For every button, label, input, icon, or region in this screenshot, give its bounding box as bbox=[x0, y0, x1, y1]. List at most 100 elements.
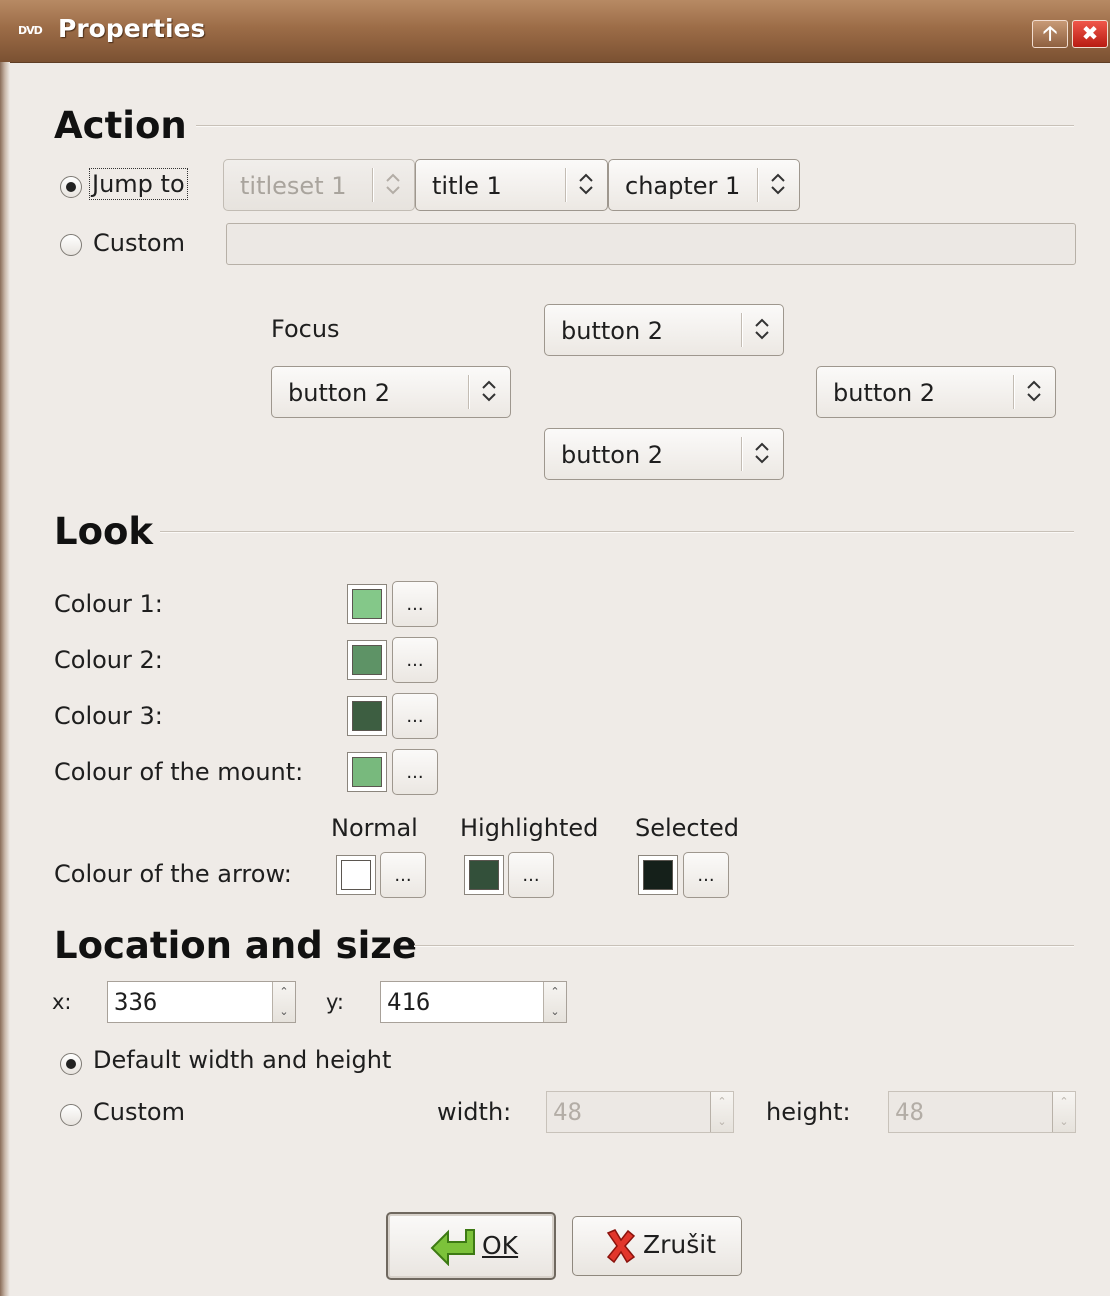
arrow-highlighted-picker-button[interactable]: ... bbox=[508, 852, 554, 898]
width-spin-buttons: ⌃ ⌄ bbox=[710, 1092, 733, 1132]
chapter-select[interactable]: chapter 1 bbox=[608, 159, 800, 211]
highlighted-column-label: Highlighted bbox=[460, 814, 599, 842]
y-spin-buttons[interactable]: ⌃ ⌄ bbox=[543, 982, 566, 1022]
mount-colour-swatch[interactable] bbox=[347, 752, 387, 792]
x-spinbox[interactable]: 336 ⌃ ⌄ bbox=[107, 981, 296, 1023]
normal-column-label: Normal bbox=[331, 814, 418, 842]
custom-action-radio[interactable] bbox=[60, 234, 82, 256]
arrow-colour-label: Colour of the arrow: bbox=[54, 860, 292, 888]
section-title-action: Action bbox=[54, 104, 187, 147]
focus-label: Focus bbox=[271, 315, 340, 343]
mount-colour-fill bbox=[352, 757, 382, 787]
x-spin-buttons[interactable]: ⌃ ⌄ bbox=[272, 982, 295, 1022]
colour3-fill bbox=[352, 701, 382, 731]
y-value: 416 bbox=[387, 988, 431, 1016]
selected-column-label: Selected bbox=[635, 814, 740, 842]
divider bbox=[160, 531, 1074, 533]
focus-left-select[interactable]: button 2 bbox=[271, 366, 511, 418]
cancel-button[interactable]: Zrušit bbox=[572, 1216, 742, 1276]
mount-colour-picker-button[interactable]: ... bbox=[392, 749, 438, 795]
ok-label: OK bbox=[482, 1231, 519, 1260]
arrow-normal-picker-button[interactable]: ... bbox=[380, 852, 426, 898]
section-title-location: Location and size bbox=[54, 924, 417, 967]
custom-action-label: Custom bbox=[93, 229, 185, 257]
colour2-fill bbox=[352, 645, 382, 675]
height-label: height: bbox=[766, 1098, 851, 1126]
jump-to-radio[interactable] bbox=[60, 176, 82, 198]
titleset-value: titleset 1 bbox=[240, 172, 347, 200]
spin-down-icon: ⌄ bbox=[1059, 1115, 1069, 1128]
title-value: title 1 bbox=[432, 172, 502, 200]
section-title-look: Look bbox=[54, 510, 154, 553]
height-value: 48 bbox=[895, 1098, 924, 1126]
updown-arrow-icon bbox=[386, 173, 400, 195]
spin-up-icon: ⌃ bbox=[1059, 1095, 1069, 1108]
jump-to-label[interactable]: Jump to bbox=[89, 168, 188, 200]
width-label: width: bbox=[437, 1098, 512, 1126]
custom-size-label: Custom bbox=[93, 1098, 185, 1126]
close-icon[interactable]: ✖ bbox=[1072, 20, 1108, 48]
spin-up-icon: ⌃ bbox=[717, 1095, 727, 1108]
focus-down-select[interactable]: button 2 bbox=[544, 428, 784, 480]
colour1-swatch[interactable] bbox=[347, 584, 387, 624]
colour2-label: Colour 2: bbox=[54, 646, 163, 674]
focus-right-select[interactable]: button 2 bbox=[816, 366, 1056, 418]
spin-down-icon: ⌄ bbox=[717, 1115, 727, 1128]
updown-arrow-icon bbox=[771, 173, 785, 195]
updown-arrow-icon bbox=[1027, 380, 1041, 402]
focus-right-value: button 2 bbox=[833, 379, 936, 407]
colour3-picker-button[interactable]: ... bbox=[392, 693, 438, 739]
spin-up-icon[interactable]: ⌃ bbox=[273, 982, 295, 1002]
window-frame bbox=[0, 62, 10, 1296]
colour1-label: Colour 1: bbox=[54, 590, 163, 618]
focus-up-value: button 2 bbox=[561, 317, 664, 345]
y-spinbox[interactable]: 416 ⌃ ⌄ bbox=[380, 981, 567, 1023]
y-label: y: bbox=[326, 990, 344, 1014]
chapter-value: chapter 1 bbox=[625, 172, 741, 200]
custom-action-input[interactable] bbox=[226, 223, 1076, 265]
default-size-radio[interactable] bbox=[60, 1053, 82, 1075]
cancel-x-icon bbox=[606, 1229, 636, 1264]
arrow-selected-swatch[interactable] bbox=[638, 855, 678, 895]
colour1-picker-button[interactable]: ... bbox=[392, 581, 438, 627]
divider bbox=[196, 125, 1074, 127]
custom-size-radio[interactable] bbox=[60, 1104, 82, 1126]
updown-arrow-icon bbox=[755, 318, 769, 340]
focus-left-value: button 2 bbox=[288, 379, 391, 407]
titleset-select: titleset 1 bbox=[223, 159, 415, 211]
arrow-highlighted-swatch[interactable] bbox=[464, 855, 504, 895]
maximize-icon[interactable]: 🡡 bbox=[1032, 20, 1068, 48]
width-spinbox: 48 ⌃ ⌄ bbox=[546, 1091, 734, 1133]
colour3-swatch[interactable] bbox=[347, 696, 387, 736]
arrow-selected-fill bbox=[643, 860, 673, 890]
window-title: Properties bbox=[58, 14, 206, 43]
focus-down-value: button 2 bbox=[561, 441, 664, 469]
arrow-normal-swatch[interactable] bbox=[336, 855, 376, 895]
colour3-label: Colour 3: bbox=[54, 702, 163, 730]
dvd-icon: DVD bbox=[18, 24, 43, 37]
spin-down-icon[interactable]: ⌄ bbox=[544, 1002, 566, 1022]
arrow-normal-fill bbox=[341, 860, 371, 890]
colour2-swatch[interactable] bbox=[347, 640, 387, 680]
cancel-label: Zrušit bbox=[643, 1230, 717, 1259]
title-bar[interactable]: DVD Properties 🡡 ✖ bbox=[0, 0, 1110, 63]
spin-down-icon[interactable]: ⌄ bbox=[273, 1002, 295, 1022]
colour1-fill bbox=[352, 589, 382, 619]
x-value: 336 bbox=[114, 988, 158, 1016]
width-value: 48 bbox=[553, 1098, 582, 1126]
height-spin-buttons: ⌃ ⌄ bbox=[1052, 1092, 1075, 1132]
updown-arrow-icon bbox=[482, 380, 496, 402]
arrow-highlighted-fill bbox=[469, 860, 499, 890]
default-size-label: Default width and height bbox=[93, 1046, 392, 1074]
title-select[interactable]: title 1 bbox=[415, 159, 608, 211]
colour2-picker-button[interactable]: ... bbox=[392, 637, 438, 683]
focus-up-select[interactable]: button 2 bbox=[544, 304, 784, 356]
updown-arrow-icon bbox=[579, 173, 593, 195]
divider bbox=[414, 945, 1074, 947]
enter-arrow-icon bbox=[430, 1229, 475, 1266]
updown-arrow-icon bbox=[755, 442, 769, 464]
ok-button[interactable]: OK bbox=[386, 1212, 556, 1280]
arrow-selected-picker-button[interactable]: ... bbox=[683, 852, 729, 898]
spin-up-icon[interactable]: ⌃ bbox=[544, 982, 566, 1002]
x-label: x: bbox=[52, 990, 72, 1014]
